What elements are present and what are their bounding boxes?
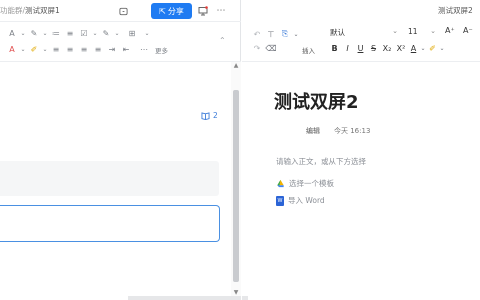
comment-icon [201, 111, 210, 120]
chevron-down-icon: ⌄ [392, 27, 398, 35]
chevron-down-icon[interactable]: ⌄ [41, 46, 49, 53]
undo-icon[interactable]: ↶ [250, 30, 264, 39]
comment-count[interactable]: 2 [201, 111, 218, 120]
checklist-icon[interactable]: ☑ [77, 29, 91, 38]
ordered-list-icon[interactable]: ≔ [49, 29, 63, 38]
outdent-icon[interactable]: ⇤ [119, 45, 133, 54]
italic-icon[interactable]: I [341, 44, 354, 53]
font-family-value: 默认 [330, 28, 345, 37]
choose-template-label: 选择一个模板 [289, 179, 334, 188]
more-tools-icon[interactable]: ⋯ [133, 45, 155, 54]
scrollbar-thumb[interactable] [233, 90, 239, 282]
body-placeholder[interactable]: 请输入正文，或从下方选择 [276, 156, 366, 167]
align-left-icon[interactable]: ≡ [49, 45, 63, 54]
present-icon[interactable] [196, 3, 210, 19]
comment-count-value: 2 [213, 111, 218, 120]
divider [242, 61, 480, 62]
horizontal-scrollbar[interactable] [128, 296, 241, 300]
chevron-down-icon[interactable]: ⌄ [19, 30, 27, 37]
subscript-icon[interactable]: X₂ [380, 44, 394, 53]
focused-input-block[interactable] [0, 205, 220, 242]
format-painter-icon[interactable]: ⊤ [264, 30, 278, 39]
share-label: 分享 [167, 6, 184, 16]
chevron-down-icon[interactable]: ⌄ [419, 45, 427, 52]
horizontal-scrollbar[interactable] [242, 296, 248, 300]
breadcrumb-path[interactable]: 功能群/ [0, 6, 25, 15]
share-button[interactable]: ⇱ 分享 [151, 3, 192, 19]
align-center-icon[interactable]: ≡ [63, 45, 77, 54]
text-color-icon[interactable]: A [5, 29, 19, 38]
breadcrumb[interactable]: 功能群/测试双屏1 [0, 5, 60, 16]
content-block[interactable] [0, 161, 219, 196]
bullet-list-icon[interactable]: ≡ [63, 29, 77, 38]
increase-font-icon[interactable]: A⁺ [445, 26, 455, 35]
insert-label[interactable]: 插入 [302, 45, 315, 55]
bold-icon[interactable]: B [328, 44, 341, 53]
chevron-down-icon[interactable]: ⌄ [143, 30, 151, 37]
breadcrumb-doc[interactable]: 测试双屏1 [25, 6, 60, 15]
chevron-down-icon[interactable]: ⌄ [113, 30, 121, 37]
scroll-up-arrow[interactable]: ▲ [232, 62, 240, 70]
table-icon[interactable]: ⊞ [121, 29, 143, 38]
strikethrough-icon[interactable]: S [367, 44, 380, 53]
highlight-icon[interactable]: ✐ [427, 44, 438, 53]
redo-icon[interactable]: ↷ [250, 44, 264, 53]
align-right-icon[interactable]: ≡ [77, 45, 91, 54]
font-family-select[interactable]: 默认 ⌄ [330, 27, 400, 40]
chevron-down-icon[interactable]: ⌄ [438, 45, 446, 52]
link-icon[interactable]: ✎ [99, 29, 113, 38]
chevron-down-icon[interactable]: ⌄ [41, 30, 49, 37]
more-options-icon[interactable]: ⋯ [214, 3, 228, 19]
edit-time: 今天 16:13 [334, 127, 371, 135]
toolbar-row-bottom: ↷ ⌫ B I U S X₂ X² A ⌄ ✐ ⌄ [242, 41, 446, 55]
import-word-option[interactable]: W 导入 Word [276, 195, 325, 206]
font-color-icon[interactable]: A [5, 45, 19, 54]
choose-template-option[interactable]: 选择一个模板 [276, 178, 334, 189]
decrease-font-icon[interactable]: A⁻ [463, 26, 473, 35]
doc-title[interactable]: 测试双屏2 [274, 88, 359, 114]
left-toolbar: A ⌄ ✎ ⌄ ≔ ≡ ☑ ⌄ ✎ ⌄ ⊞ ⌄ A ⌄ ✐ ⌄ ≡ ≡ ≡ ≡ … [0, 23, 230, 57]
toolbar-row-top: A ⌄ ✎ ⌄ ≔ ≡ ☑ ⌄ ✎ ⌄ ⊞ ⌄ [0, 26, 151, 40]
chevron-down-icon: ⌄ [430, 27, 436, 35]
right-document-pane: 测试双屏2 ↶ ⊤ ⎘ ⌄ ↷ ⌫ B I U S X₂ X² A ⌄ ✐ ⌄ … [242, 0, 480, 300]
left-header: 功能群/测试双屏1 ⇱ 分享 ⋯ [0, 0, 241, 22]
toolbar-row-bottom: A ⌄ ✐ ⌄ ≡ ≡ ≡ ≡ ⇥ ⇤ ⋯ [0, 42, 155, 56]
underline-icon[interactable]: U [354, 44, 367, 53]
insert-doc-icon[interactable]: ⎘ [278, 29, 292, 39]
font-size-value: 11 [408, 27, 418, 36]
chevron-down-icon[interactable]: ⌄ [292, 31, 300, 38]
font-size-select[interactable]: 11 ⌄ [408, 27, 436, 40]
background-color-icon[interactable]: ✐ [27, 45, 41, 54]
justify-icon[interactable]: ≡ [91, 45, 105, 54]
indent-icon[interactable]: ⇥ [105, 45, 119, 54]
toolbar-row-top: ↶ ⊤ ⎘ ⌄ [242, 27, 300, 41]
editor-label: 编辑 [306, 127, 320, 135]
chevron-down-icon[interactable]: ⌄ [19, 46, 27, 53]
divider [0, 61, 241, 62]
clear-format-icon[interactable]: ⌫ [264, 44, 278, 53]
template-icon [277, 179, 284, 188]
window-title: 测试双屏2 [438, 6, 473, 15]
word-icon: W [276, 195, 284, 206]
left-document-pane: 功能群/测试双屏1 ⇱ 分享 ⋯ A ⌄ ✎ ⌄ ≔ ≡ ☑ ⌄ ✎ ⌄ ⊞ ⌄ [0, 0, 241, 300]
font-color-icon[interactable]: A [408, 44, 419, 53]
history-icon[interactable] [116, 3, 130, 19]
chevron-down-icon[interactable]: ⌄ [91, 30, 99, 37]
collapse-toolbar-icon[interactable]: ⌃ [219, 36, 226, 45]
highlight-icon[interactable]: ✎ [27, 29, 41, 38]
share-icon: ⇱ [159, 6, 166, 16]
superscript-icon[interactable]: X² [394, 44, 408, 53]
import-word-label: 导入 Word [288, 196, 325, 205]
more-label[interactable]: 更多 [155, 45, 168, 55]
doc-meta: 编辑 今天 16:13 [306, 126, 370, 136]
